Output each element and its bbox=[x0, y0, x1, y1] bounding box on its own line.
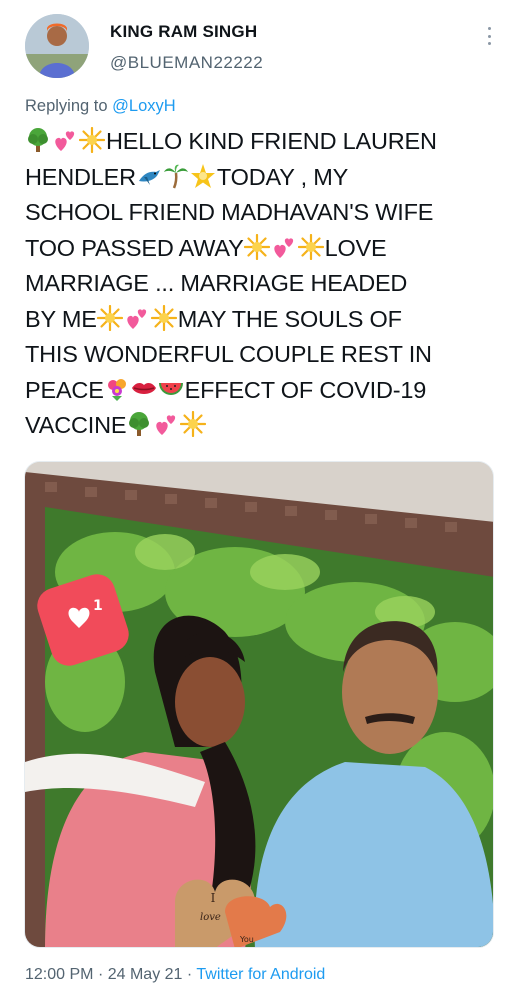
two-hearts-icon bbox=[52, 127, 78, 153]
two-hearts-icon bbox=[153, 411, 179, 437]
star-icon bbox=[190, 163, 216, 189]
sign-text-bottom: You bbox=[239, 935, 254, 944]
two-hearts-icon bbox=[124, 305, 150, 331]
tweet-line: LOVE bbox=[324, 234, 387, 261]
like-count: 1 bbox=[93, 598, 103, 614]
tweet-text: HELLO KIND FRIEND LAUREN HENDLER TODAY , … bbox=[25, 124, 505, 444]
tweet-line: TODAY , MY bbox=[216, 163, 349, 190]
tweet-source-link[interactable]: Twitter for Android bbox=[196, 966, 325, 983]
meta-separator: · bbox=[186, 966, 193, 983]
sparkle-icon bbox=[298, 234, 324, 260]
bouquet-icon bbox=[104, 376, 130, 402]
two-hearts-icon bbox=[271, 234, 297, 260]
tweet-line: SCHOOL FRIEND MADHAVAN'S WIFE bbox=[25, 199, 434, 225]
tweet-line: MARRIAGE ... MARRIAGE HEADED bbox=[25, 270, 408, 296]
replying-to: Replying to @LoxyH bbox=[25, 97, 176, 116]
tweet-line: HELLO KIND FRIEND LAUREN bbox=[106, 128, 437, 154]
tweet-line: THIS WONDERFUL COUPLE REST IN bbox=[25, 341, 432, 367]
display-name[interactable]: KING RAM SINGH bbox=[110, 22, 257, 42]
sparkle-icon bbox=[244, 234, 270, 260]
tweet-meta: 12:00 PM · 24 May 21 · Twitter for Andro… bbox=[25, 966, 325, 984]
tweet-date[interactable]: 24 May 21 bbox=[108, 966, 183, 983]
reply-target-link[interactable]: @LoxyH bbox=[112, 97, 176, 115]
watermelon-icon bbox=[158, 376, 184, 402]
tweet-line: TOO PASSED AWAY bbox=[25, 234, 244, 261]
sparkle-icon bbox=[97, 305, 123, 331]
sign-text-mid: love bbox=[200, 912, 221, 923]
tweet-line: PEACE bbox=[25, 376, 104, 403]
sparkle-icon bbox=[180, 411, 206, 437]
vertical-dots-icon[interactable] bbox=[484, 24, 494, 48]
meta-separator: · bbox=[97, 966, 104, 983]
tree-icon bbox=[25, 127, 51, 153]
sign-text-top: I bbox=[211, 891, 216, 905]
tweet-line: HENDLER bbox=[25, 163, 136, 190]
tweet-line: MAY THE SOULS OF bbox=[177, 305, 402, 332]
sparkle-icon bbox=[79, 127, 105, 153]
user-handle[interactable]: @BLUEMAN22222 bbox=[110, 53, 263, 73]
tweet-line: BY ME bbox=[25, 305, 97, 332]
tweet-line: VACCINE bbox=[25, 412, 127, 438]
tweet-time[interactable]: 12:00 PM bbox=[25, 966, 93, 983]
sparkle-icon bbox=[151, 305, 177, 331]
bird-icon bbox=[136, 163, 162, 189]
lips-icon bbox=[131, 376, 157, 402]
tweet-header: KING RAM SINGH @BLUEMAN22222 bbox=[0, 0, 519, 92]
palm-tree-icon bbox=[163, 163, 189, 189]
replying-prefix: Replying to bbox=[25, 97, 108, 115]
user-avatar[interactable] bbox=[25, 14, 89, 78]
tweet-photo[interactable]: I love You 1 bbox=[24, 461, 494, 948]
tree-icon bbox=[126, 411, 152, 437]
tweet-line: EFFECT OF COVID-19 bbox=[184, 376, 427, 403]
